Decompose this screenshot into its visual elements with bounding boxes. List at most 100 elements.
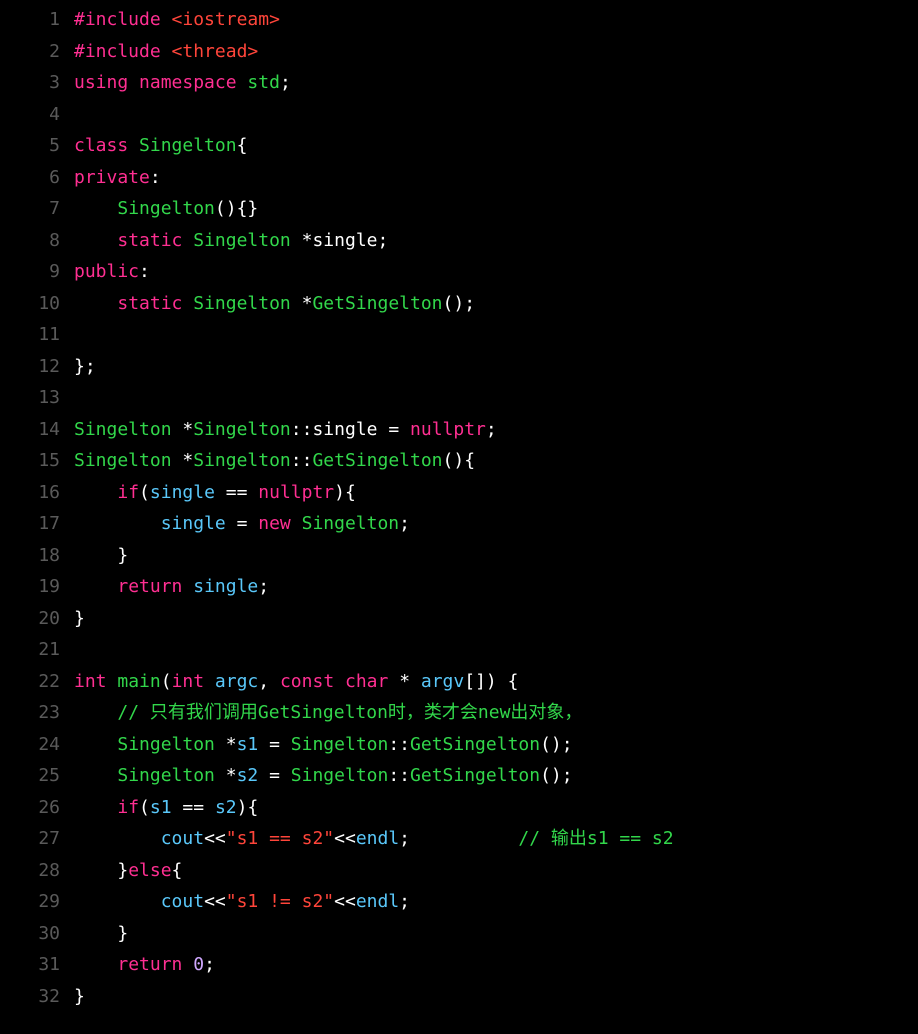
line-number: 20 [0,603,60,635]
code-line[interactable]: cout<<"s1 == s2"<<endl; // 输出s1 == s2 [74,823,918,855]
code-line[interactable]: Singelton *Singelton::single = nullptr; [74,414,918,446]
token-op: << [204,828,226,849]
token-op: << [204,891,226,912]
token-num: 0 [193,954,204,975]
token-op: * [172,450,194,471]
token-var: argv [421,671,464,692]
token-op: = [226,513,259,534]
token-var: s1 [237,734,259,755]
line-number: 17 [0,508,60,540]
token-op [74,576,117,597]
token-type: Singelton [117,765,215,786]
code-line[interactable]: public: [74,256,918,288]
token-op [74,198,117,219]
token-cmt: // 输出s1 == s2 [518,828,673,849]
token-op: == [215,482,258,503]
token-op: ; [280,72,291,93]
token-fn: GetSingelton [410,734,540,755]
code-line[interactable]: static Singelton *GetSingelton(); [74,288,918,320]
token-fn: GetSingelton [312,293,442,314]
code-line[interactable]: #include <thread> [74,36,918,68]
code-line[interactable]: } [74,540,918,572]
line-number: 29 [0,886,60,918]
token-var: s1 [150,797,172,818]
line-number: 4 [0,99,60,131]
code-line[interactable]: class Singelton{ [74,130,918,162]
line-number: 30 [0,918,60,950]
token-var: cout [161,828,204,849]
code-line[interactable]: static Singelton *single; [74,225,918,257]
line-number: 16 [0,477,60,509]
token-op [182,293,193,314]
token-kw: using [74,72,128,93]
line-number: 13 [0,382,60,414]
code-line[interactable]: return single; [74,571,918,603]
code-line[interactable]: int main(int argc, const char * argv[]) … [74,666,918,698]
line-number: 31 [0,949,60,981]
code-line[interactable]: }; [74,351,918,383]
code-line[interactable] [74,382,918,414]
token-var: s2 [237,765,259,786]
token-var: single [161,513,226,534]
line-number: 6 [0,162,60,194]
code-line[interactable]: Singelton(){} [74,193,918,225]
code-line[interactable]: Singelton *Singelton::GetSingelton(){ [74,445,918,477]
token-type: Singelton [74,450,172,471]
code-line[interactable]: single = new Singelton; [74,508,918,540]
token-kw: namespace [139,72,237,93]
code-line[interactable]: } [74,981,918,1013]
token-kw: static [117,293,182,314]
token-op: } [74,860,128,881]
code-line[interactable]: Singelton *s2 = Singelton::GetSingelton(… [74,760,918,792]
code-line[interactable]: Singelton *s1 = Singelton::GetSingelton(… [74,729,918,761]
token-var: single [193,576,258,597]
token-pp: #include [74,9,172,30]
code-line[interactable]: if(single == nullptr){ [74,477,918,509]
code-line[interactable]: }else{ [74,855,918,887]
code-line[interactable] [74,634,918,666]
line-number: 19 [0,571,60,603]
token-op [182,576,193,597]
code-line[interactable]: private: [74,162,918,194]
token-type: Singelton [193,293,291,314]
code-area[interactable]: #include <iostream>#include <thread>usin… [74,4,918,1012]
token-op: ; [258,576,269,597]
code-editor[interactable]: 1234567891011121314151617181920212223242… [0,0,918,1012]
code-line[interactable]: // 只有我们调用GetSingelton时，类才会new出对象， [74,697,918,729]
token-kw: if [117,797,139,818]
code-line[interactable]: #include <iostream> [74,4,918,36]
code-line[interactable]: } [74,918,918,950]
token-type: Singelton [302,513,400,534]
token-op: = [378,419,411,440]
token-op [334,671,345,692]
token-type: Singelton [193,419,291,440]
code-line[interactable]: } [74,603,918,635]
token-op: }; [74,356,96,377]
token-fn: GetSingelton [312,450,442,471]
token-op [182,230,193,251]
token-type: std [247,72,280,93]
token-op [74,734,117,755]
line-number: 27 [0,823,60,855]
token-fn: GetSingelton [410,765,540,786]
token-incb: <iostream> [172,9,280,30]
token-kw: nullptr [258,482,334,503]
code-line[interactable] [74,319,918,351]
code-line[interactable]: cout<<"s1 != s2"<<endl; [74,886,918,918]
code-line[interactable]: return 0; [74,949,918,981]
code-line[interactable]: using namespace std; [74,67,918,99]
token-op [291,513,302,534]
code-line[interactable] [74,99,918,131]
token-type: Singelton [117,734,215,755]
code-line[interactable]: if(s1 == s2){ [74,792,918,824]
token-kw: return [117,954,182,975]
token-type: Singelton [139,135,237,156]
token-kw: private [74,167,150,188]
token-op: []) { [464,671,518,692]
token-type: Singelton [117,198,215,219]
token-op: } [74,986,85,1007]
token-op: = [258,734,291,755]
token-op: } [74,545,128,566]
line-number: 15 [0,445,60,477]
token-kw: const [280,671,334,692]
